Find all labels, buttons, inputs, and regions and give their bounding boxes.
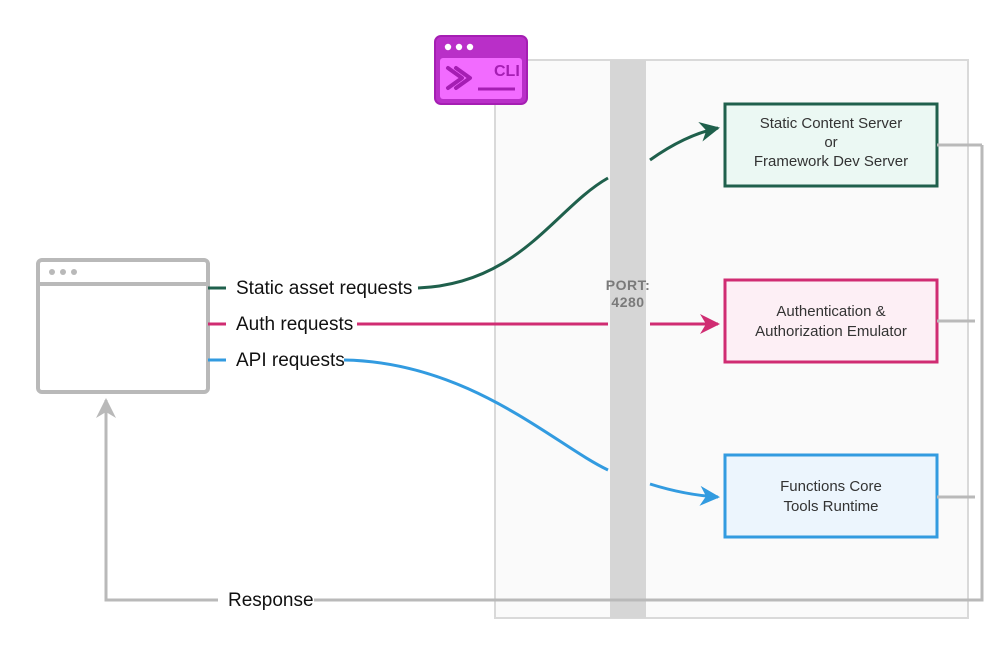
static-content-box: Static Content Server or Framework Dev S… xyxy=(725,104,937,186)
cli-label: CLI xyxy=(494,63,520,80)
cli-icon: CLI xyxy=(435,36,527,104)
static-content-line3: Framework Dev Server xyxy=(754,153,908,170)
port-value: 4280 xyxy=(611,294,644,310)
browser-icon xyxy=(38,260,208,392)
port-label: PORT: xyxy=(606,277,651,293)
func-line1: Functions Core xyxy=(780,478,882,495)
auth-line2: Authorization Emulator xyxy=(755,323,907,340)
static-content-line2: or xyxy=(824,134,837,151)
response-line-left xyxy=(106,400,218,600)
auth-emulator-box: Authentication & Authorization Emulator xyxy=(725,280,937,362)
api-request-label: API requests xyxy=(236,350,345,371)
auth-line1: Authentication & xyxy=(776,303,885,320)
static-content-line1: Static Content Server xyxy=(760,115,903,132)
func-line2: Tools Runtime xyxy=(783,498,878,515)
static-request-label: Static asset requests xyxy=(236,278,412,299)
response-label: Response xyxy=(228,590,314,611)
functions-box: Functions Core Tools Runtime xyxy=(725,455,937,537)
port-column xyxy=(610,60,646,618)
auth-request-label: Auth requests xyxy=(236,314,353,335)
